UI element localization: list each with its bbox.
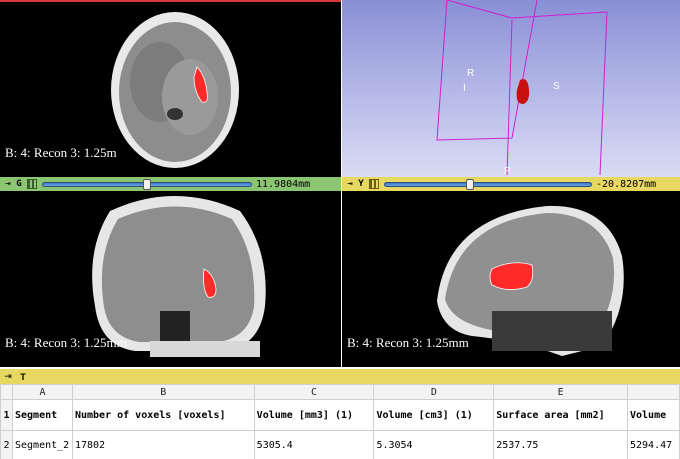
table-cell[interactable]: 5294.47: [627, 430, 680, 459]
column-header-e[interactable]: E: [493, 384, 628, 400]
slice-options-icon[interactable]: [369, 179, 379, 189]
3d-scene: [436, 0, 608, 176]
axial-view-label: B: 4: Recon 3: 1.25m: [5, 145, 117, 160]
pin-icon[interactable]: ⇥: [2, 178, 14, 190]
pin-icon[interactable]: ⇥: [344, 178, 356, 190]
table-cell[interactable]: Volume [mm3] (1): [253, 399, 375, 431]
pin-icon[interactable]: ⇥: [2, 371, 14, 383]
sagittal-view-label: B: 4: Recon 3: 1.25mm: [347, 335, 469, 350]
column-header-d[interactable]: D: [373, 384, 495, 400]
table-row: 1 Segment Number of voxels [voxels] Volu…: [0, 399, 680, 431]
coronal-view-label: B: 4: Recon 3: 1.25mm: [5, 335, 127, 350]
table-cell[interactable]: Segment_2: [11, 430, 73, 459]
yellow-offset-value: -20.8207mm: [596, 178, 657, 190]
table-row: 2 Segment_2 17802 5305.4 5.3054 2537.75 …: [0, 430, 680, 459]
table-cell[interactable]: Number of voxels [voxels]: [71, 399, 255, 431]
orientation-marker-i: I: [463, 83, 466, 94]
column-header-f[interactable]: [627, 384, 680, 400]
orientation-marker-r: R: [467, 68, 475, 79]
yellow-slice-controller: ⇥ Y -20.8207mm: [342, 177, 680, 191]
yellow-slider-thumb[interactable]: [466, 178, 474, 190]
table-cell[interactable]: 17802: [71, 430, 255, 459]
table-cell[interactable]: 5.3054: [373, 430, 495, 459]
table-cell[interactable]: 5305.4: [253, 430, 375, 459]
green-slice-controller: ⇥ G 11.9804mm: [0, 177, 341, 191]
column-header-b[interactable]: B: [71, 384, 255, 400]
green-slider-thumb[interactable]: [143, 178, 151, 190]
green-offset-value: 11.9804mm: [256, 178, 311, 190]
green-offset-slider[interactable]: [42, 178, 252, 190]
coronal-slice-view[interactable]: B: 4: Recon 3: 1.25mm: [0, 191, 341, 367]
sagittal-segment-overlay: [489, 262, 534, 290]
segment-statistics-table: A B C D E 1 Segment Number of voxels [vo…: [0, 384, 680, 459]
column-header-c[interactable]: C: [253, 384, 375, 400]
table-cell[interactable]: 2537.75: [493, 430, 628, 459]
orientation-marker-s: S: [553, 81, 560, 92]
orientation-marker-p: P: [504, 166, 511, 177]
column-header-a[interactable]: A: [11, 384, 73, 400]
table-cell[interactable]: Segment: [11, 399, 73, 431]
row-number[interactable]: 1: [0, 399, 13, 431]
table-cell[interactable]: Surface area [mm2]: [493, 399, 628, 431]
row-number[interactable]: 2: [0, 430, 13, 459]
table-corner[interactable]: [0, 384, 13, 400]
yellow-slice-letter: Y: [358, 179, 364, 189]
yellow-offset-slider[interactable]: [384, 178, 592, 190]
axial-slice-view[interactable]: B: 4: Recon 3: 1.25m: [0, 0, 341, 177]
table-view-letter: T: [20, 371, 26, 382]
table-view-controller: ⇥ T: [0, 369, 680, 384]
table-cell[interactable]: Volume: [627, 399, 680, 431]
table-cell[interactable]: Volume [cm3] (1): [373, 399, 495, 431]
3d-segment-model: [516, 79, 530, 104]
sagittal-slice-view[interactable]: B: 4: Recon 3: 1.25mm: [342, 191, 680, 367]
3d-view[interactable]: R I S P: [342, 0, 680, 177]
green-slice-letter: G: [16, 179, 22, 189]
slice-options-icon[interactable]: [27, 179, 37, 189]
